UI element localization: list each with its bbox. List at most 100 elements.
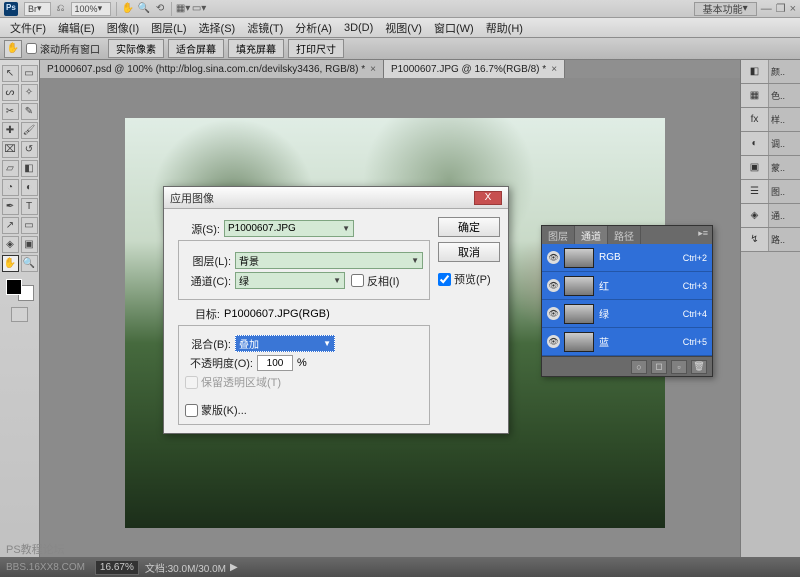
menu-edit[interactable]: 编辑(E) — [52, 20, 101, 36]
channel-item[interactable]: 👁蓝Ctrl+5 — [542, 328, 712, 356]
wand-tool[interactable]: ✧ — [21, 84, 38, 101]
menu-image[interactable]: 图像(I) — [101, 20, 145, 36]
minimize-button[interactable]: — — [761, 3, 772, 15]
camera-tool[interactable]: ▣ — [21, 236, 38, 253]
zoom-select[interactable]: 100% ▾ — [71, 2, 112, 16]
dock-label[interactable]: 路.. — [769, 228, 800, 251]
menu-layer[interactable]: 图层(L) — [145, 20, 192, 36]
layer-select[interactable]: 背景▼ — [235, 252, 423, 269]
paths-panel-icon[interactable]: ↯ — [741, 228, 769, 251]
delete-channel-icon[interactable]: 🗑 — [691, 360, 707, 374]
styles-panel-icon[interactable]: fx — [741, 108, 769, 131]
channels-panel-icon[interactable]: ◈ — [741, 204, 769, 227]
history-brush-tool[interactable]: ↺ — [21, 141, 38, 158]
adjust-panel-icon[interactable]: ◐ — [741, 132, 769, 155]
close-icon[interactable]: × — [551, 64, 557, 75]
heal-tool[interactable]: ✚ — [2, 122, 19, 139]
blend-select[interactable]: 叠加▼ — [235, 335, 335, 352]
arrange-icon[interactable]: ▦▾ — [176, 2, 190, 16]
pen-tool[interactable]: ✒ — [2, 198, 19, 215]
menu-view[interactable]: 视图(V) — [379, 20, 428, 36]
blur-tool[interactable]: ◔ — [2, 179, 19, 196]
visibility-icon[interactable]: 👁 — [547, 335, 560, 348]
fit-screen-button[interactable]: 适合屏幕 — [168, 39, 224, 58]
zoom-tool[interactable]: 🔍 — [21, 255, 38, 272]
bridge-select[interactable]: Br ▾ — [24, 2, 51, 16]
move-tool[interactable]: ↖ — [2, 65, 19, 82]
preview-checkbox[interactable]: 预览(P) — [438, 271, 500, 287]
restore-button[interactable]: ❐ — [776, 2, 786, 15]
quickmask-toggle[interactable] — [11, 307, 28, 322]
fill-screen-button[interactable]: 填充屏幕 — [228, 39, 284, 58]
dock-label[interactable]: 图.. — [769, 180, 800, 203]
path-tool[interactable]: ↗ — [2, 217, 19, 234]
zoom-field[interactable]: 16.67% — [95, 560, 139, 575]
panel-tab-paths[interactable]: 路径 — [608, 226, 641, 244]
hand-icon[interactable]: ✋ — [121, 2, 135, 16]
current-tool-icon[interactable]: ✋ — [4, 40, 22, 58]
shape-tool[interactable]: ▭ — [21, 217, 38, 234]
mask-checkbox[interactable]: 蒙版(K)... — [185, 402, 423, 418]
mask-panel-icon[interactable]: ▣ — [741, 156, 769, 179]
menu-window[interactable]: 窗口(W) — [428, 20, 480, 36]
visibility-icon[interactable]: 👁 — [547, 307, 560, 320]
lasso-tool[interactable]: ᔕ — [2, 84, 19, 101]
zoom-icon[interactable]: 🔍 — [137, 2, 151, 16]
menu-analysis[interactable]: 分析(A) — [289, 20, 338, 36]
dock-label[interactable]: 调.. — [769, 132, 800, 155]
tab-doc1[interactable]: P1000607.psd @ 100% (http://blog.sina.co… — [40, 60, 384, 78]
menu-file[interactable]: 文件(F) — [4, 20, 52, 36]
cancel-button[interactable]: 取消 — [438, 242, 500, 262]
channel-item[interactable]: 👁红Ctrl+3 — [542, 272, 712, 300]
channel-select[interactable]: 绿▼ — [235, 272, 345, 289]
layers-panel-icon[interactable]: ☰ — [741, 180, 769, 203]
menu-filter[interactable]: 滤镜(T) — [241, 20, 289, 36]
gradient-tool[interactable]: ◧ — [21, 160, 38, 177]
eyedrop-tool[interactable]: ✎ — [21, 103, 38, 120]
visibility-icon[interactable]: 👁 — [547, 279, 560, 292]
ok-button[interactable]: 确定 — [438, 217, 500, 237]
brush-tool[interactable]: 🖌 — [21, 122, 38, 139]
hand-tool[interactable]: ✋ — [2, 255, 19, 272]
print-size-button[interactable]: 打印尺寸 — [288, 39, 344, 58]
actual-pixels-button[interactable]: 实际像素 — [108, 39, 164, 58]
color-swatch[interactable] — [6, 279, 34, 301]
swatch-panel-icon[interactable]: ▦ — [741, 84, 769, 107]
dock-label[interactable]: 通.. — [769, 204, 800, 227]
color-panel-icon[interactable]: ◧ — [741, 60, 769, 83]
eraser-tool[interactable]: ▱ — [2, 160, 19, 177]
menu-3d[interactable]: 3D(D) — [338, 22, 379, 34]
load-selection-icon[interactable]: ○ — [631, 360, 647, 374]
source-select[interactable]: P1000607.JPG▼ — [224, 220, 354, 237]
dialog-titlebar[interactable]: 应用图像 X — [164, 187, 508, 209]
3d-tool[interactable]: ◈ — [2, 236, 19, 253]
tab-doc2[interactable]: P1000607.JPG @ 16.7%(RGB/8) *× — [384, 60, 565, 78]
visibility-icon[interactable]: 👁 — [547, 251, 560, 264]
marquee-tool[interactable]: ▭ — [21, 65, 38, 82]
close-button[interactable]: × — [790, 3, 796, 15]
scroll-all-checkbox[interactable]: 滚动所有窗口 — [26, 41, 100, 56]
new-channel-icon[interactable]: ▫ — [671, 360, 687, 374]
panel-tab-channels[interactable]: 通道 — [575, 226, 608, 244]
dock-label[interactable]: 颜.. — [769, 60, 800, 83]
invert-checkbox[interactable]: 反相(I) — [351, 273, 399, 289]
menu-select[interactable]: 选择(S) — [193, 20, 242, 36]
history-icon[interactable]: ⎌ — [54, 2, 68, 16]
panel-menu-icon[interactable]: ▸≡ — [694, 226, 712, 244]
save-selection-icon[interactable]: ◻ — [651, 360, 667, 374]
dock-label[interactable]: 样.. — [769, 108, 800, 131]
workspace-switcher[interactable]: 基本功能 ▾ — [694, 2, 757, 16]
opacity-input[interactable] — [257, 355, 293, 371]
type-tool[interactable]: T — [21, 198, 38, 215]
channel-item[interactable]: 👁绿Ctrl+4 — [542, 300, 712, 328]
dock-label[interactable]: 色.. — [769, 84, 800, 107]
chevron-right-icon[interactable]: ▶ — [230, 562, 238, 573]
close-icon[interactable]: × — [370, 64, 376, 75]
dialog-close-button[interactable]: X — [474, 191, 502, 205]
crop-tool[interactable]: ✂ — [2, 103, 19, 120]
screenmode-icon[interactable]: ▭▾ — [192, 2, 206, 16]
menu-help[interactable]: 帮助(H) — [480, 20, 529, 36]
dock-label[interactable]: 蒙.. — [769, 156, 800, 179]
dodge-tool[interactable]: ◐ — [21, 179, 38, 196]
stamp-tool[interactable]: ⌧ — [2, 141, 19, 158]
